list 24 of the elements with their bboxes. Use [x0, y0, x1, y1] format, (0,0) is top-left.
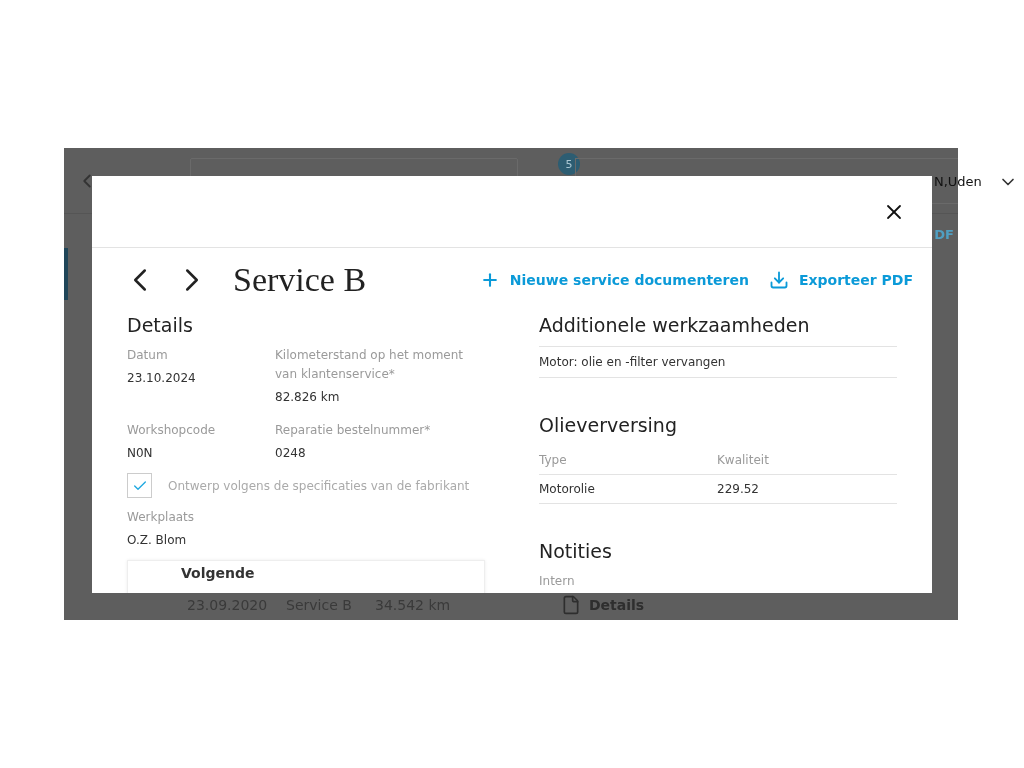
count-badge: 5: [558, 153, 580, 175]
field-label: Kilometerstand op het moment van klantenservice*: [275, 347, 464, 383]
field-label: Datum: [127, 347, 169, 364]
table-cell-text: 229.52: [717, 482, 760, 496]
table-cell-text: Motorolie: [539, 482, 596, 496]
field-value: O.Z. Blom: [127, 532, 188, 549]
field-value: 23.10.2024: [127, 370, 197, 387]
field-label: Reparatie bestelnummer*: [275, 422, 432, 439]
field-label: Workshopcode: [127, 422, 217, 439]
checkbox-label: Ontwerp volgens de specificaties van de fabrikant: [168, 478, 470, 493]
field-value: N0N: [127, 445, 154, 462]
dialog-title: Service B: [233, 261, 368, 299]
section-heading: Notities: [539, 539, 613, 564]
section-heading: Olieverversing: [539, 413, 678, 438]
column-header: Type: [539, 453, 568, 467]
section-heading: Additionele werkzaamheden: [539, 313, 811, 338]
work-item: Motor: olie en -filter vervangen: [539, 346, 897, 378]
field-value: 0248: [275, 445, 307, 462]
field-value: 82.826 km: [275, 389, 341, 406]
column-header: Kwaliteit: [717, 453, 770, 467]
field-label: Intern: [539, 573, 576, 590]
section-heading: Details: [127, 313, 194, 338]
card-title: Volgende: [181, 565, 255, 581]
field-label: Werkplaats: [127, 509, 196, 526]
